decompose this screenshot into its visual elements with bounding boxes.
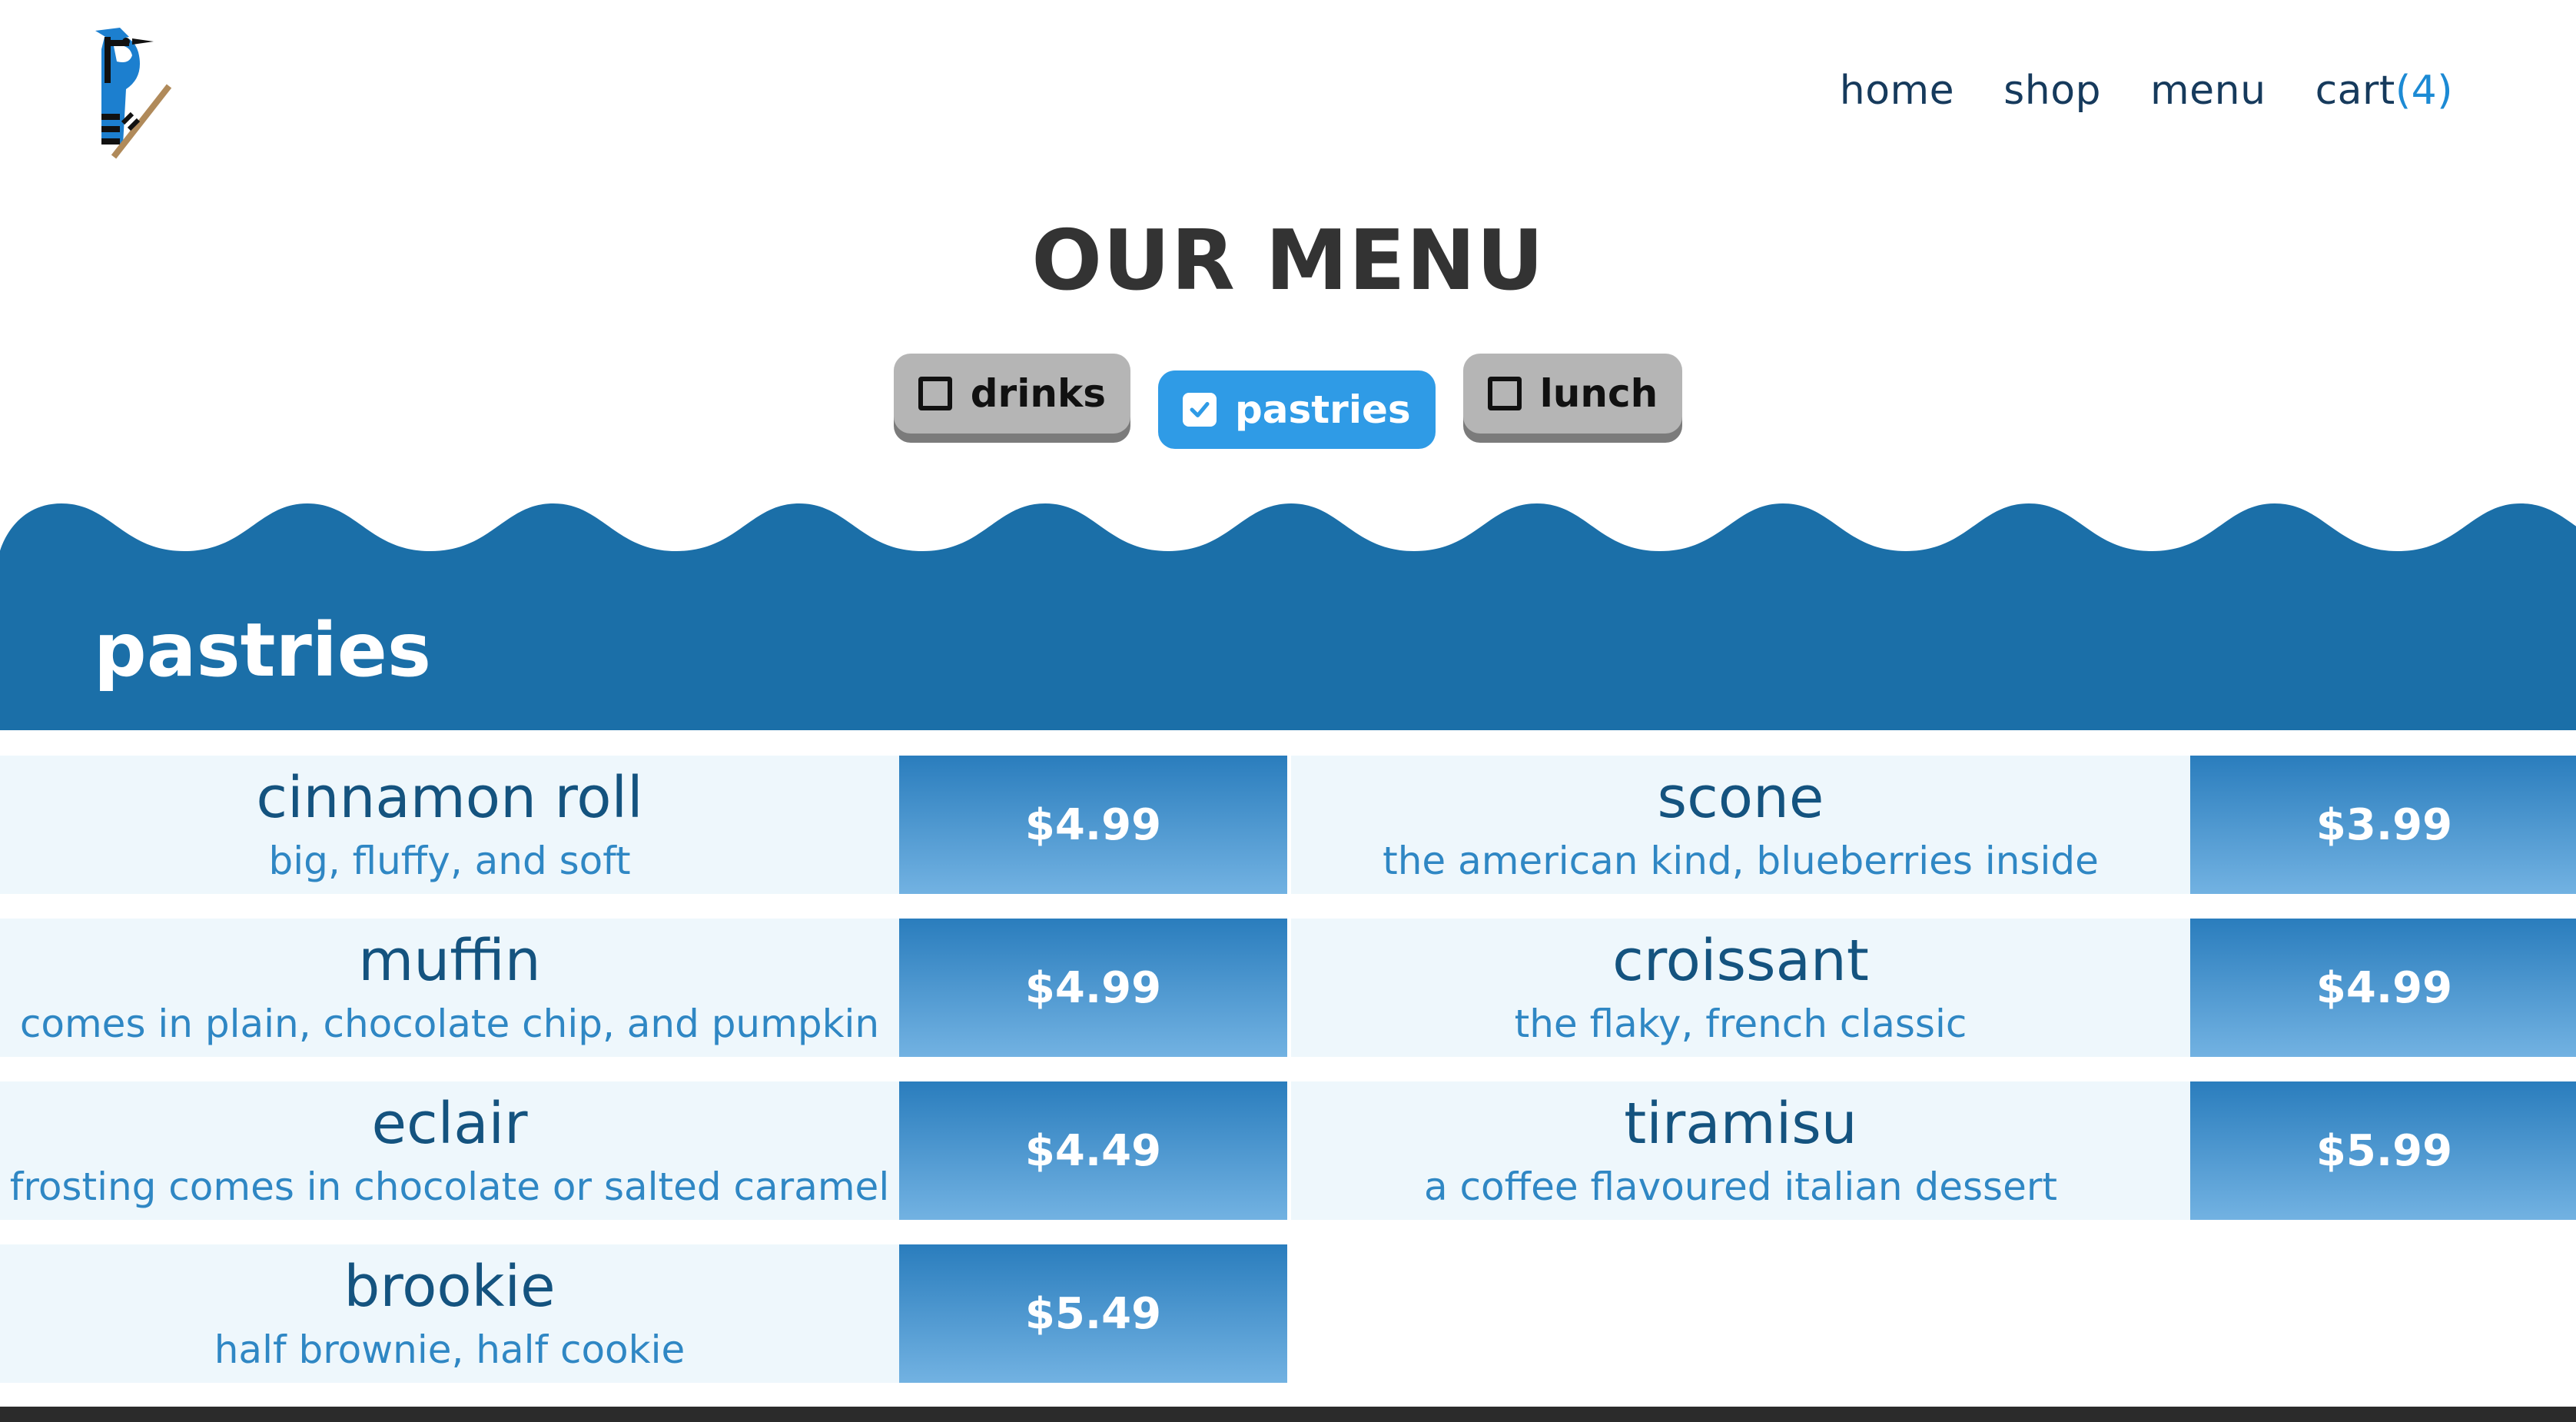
menu-item-price[interactable]: $4.99 [2190, 919, 2576, 1057]
menu-item[interactable]: brookie half brownie, half cookie $5.49 [0, 1244, 1287, 1383]
menu-item-description: the flaky, french classic [1514, 1002, 1967, 1046]
menu-item-description: half brownie, half cookie [214, 1327, 685, 1372]
checkmark-icon[interactable] [1182, 393, 1217, 427]
filter-lunch[interactable]: lunch [1462, 354, 1683, 434]
menu-item-info: brookie half brownie, half cookie [0, 1244, 899, 1383]
cart-count-badge: (4) [2395, 68, 2453, 114]
menu-item-info: muffin comes in plain, chocolate chip, a… [0, 919, 899, 1057]
filter-drinks[interactable]: drinks [893, 354, 1130, 434]
menu-item-price[interactable]: $3.99 [2190, 756, 2576, 894]
menu-item-info: tiramisu a coffee flavoured italian dess… [1291, 1081, 2190, 1220]
menu-item-info: croissant the flaky, french classic [1291, 919, 2190, 1057]
menu-item[interactable]: scone the american kind, blueberries ins… [1291, 756, 2576, 894]
main-nav: home shop menu cart(4) [1840, 68, 2453, 114]
menu-item-name: muffin [358, 928, 541, 994]
menu-item-name: eclair [371, 1091, 528, 1157]
menu-item-price[interactable]: $4.99 [899, 756, 1287, 894]
category-filters: drinks pastries lunch [0, 354, 2576, 449]
footer-bar [0, 1407, 2576, 1422]
menu-item-name: tiramisu [1624, 1091, 1857, 1157]
menu-item[interactable]: croissant the flaky, french classic $4.9… [1291, 919, 2576, 1057]
menu-item-name: cinnamon roll [256, 765, 643, 831]
nav-link-shop[interactable]: shop [2003, 68, 2101, 114]
menu-item-description: a coffee flavoured italian dessert [1424, 1165, 2057, 1209]
menu-item[interactable]: cinnamon roll big, fluffy, and soft $4.9… [0, 756, 1287, 894]
nav-link-home[interactable]: home [1840, 68, 1954, 114]
menu-item[interactable]: tiramisu a coffee flavoured italian dess… [1291, 1081, 2576, 1220]
menu-item[interactable]: eclair frosting comes in chocolate or sa… [0, 1081, 1287, 1220]
menu-item-description: frosting comes in chocolate or salted ca… [9, 1165, 890, 1209]
checkbox-unchecked-icon[interactable] [1487, 377, 1522, 410]
section-title: pastries [94, 607, 432, 693]
menu-item-info: scone the american kind, blueberries ins… [1291, 756, 2190, 894]
menu-item-name: scone [1657, 765, 1824, 831]
checkbox-unchecked-icon[interactable] [918, 377, 952, 410]
menu-item-info: eclair frosting comes in chocolate or sa… [0, 1081, 899, 1220]
menu-item-price[interactable]: $5.49 [899, 1244, 1287, 1383]
nav-link-menu[interactable]: menu [2150, 68, 2266, 114]
menu-item-name: brookie [344, 1254, 556, 1320]
menu-item-description: big, fluffy, and soft [268, 839, 631, 883]
menu-item-price[interactable]: $4.49 [899, 1081, 1287, 1220]
cart-label: cart [2315, 68, 2395, 114]
filter-label-drinks: drinks [970, 371, 1106, 416]
filter-pastries[interactable]: pastries [1157, 370, 1436, 449]
filter-label-lunch: lunch [1539, 371, 1658, 416]
menu-item-name: croissant [1612, 928, 1869, 994]
nav-link-cart[interactable]: cart(4) [2315, 68, 2453, 114]
menu-item-info: cinnamon roll big, fluffy, and soft [0, 756, 899, 894]
menu-item-price[interactable]: $5.99 [2190, 1081, 2576, 1220]
menu-item-price[interactable]: $4.99 [899, 919, 1287, 1057]
menu-item-description: comes in plain, chocolate chip, and pump… [19, 1002, 880, 1046]
menu-item[interactable]: muffin comes in plain, chocolate chip, a… [0, 919, 1287, 1057]
page-title: OUR MENU [1031, 213, 1545, 309]
bluejay-logo-icon[interactable] [92, 22, 184, 175]
filter-label-pastries: pastries [1234, 387, 1411, 432]
menu-item-description: the american kind, blueberries inside [1383, 839, 2099, 883]
